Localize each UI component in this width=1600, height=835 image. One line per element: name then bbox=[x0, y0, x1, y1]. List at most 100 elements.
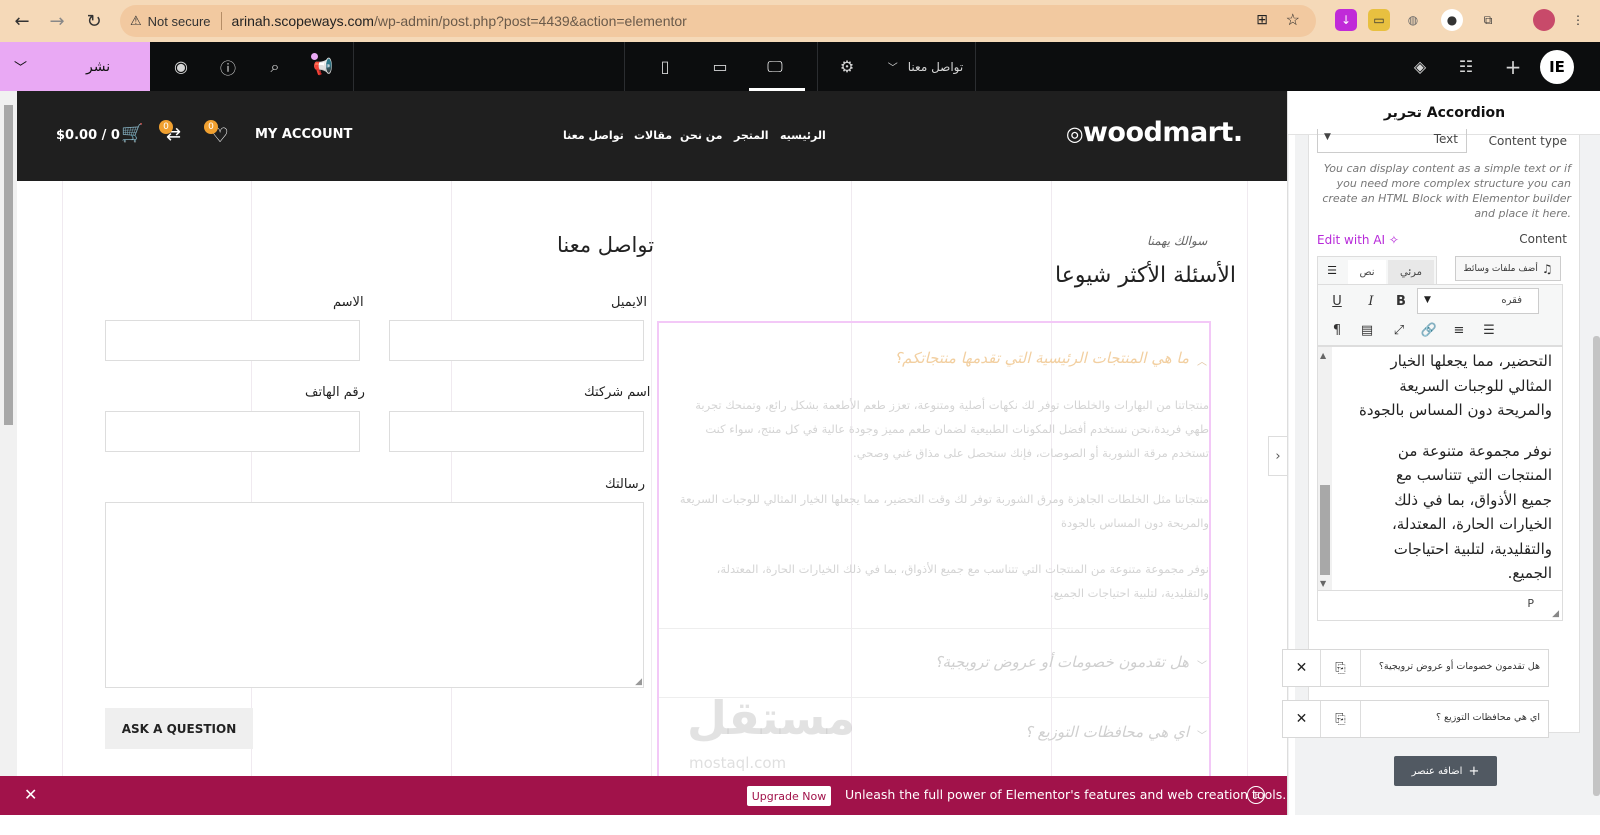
avatar[interactable] bbox=[1533, 9, 1555, 31]
layers-icon[interactable]: ◈ bbox=[1405, 42, 1435, 91]
add-media-button[interactable]: أضف ملفات وسائط ♫ bbox=[1455, 256, 1561, 281]
watermark-url: mostaql.com bbox=[689, 754, 787, 772]
notifications-icon[interactable]: 📢 bbox=[308, 42, 338, 91]
accordion-item-1-paragraph: منتجاتنا من البهارات والخلطات توفر لك نك… bbox=[695, 398, 1209, 460]
content-type-label: Content type bbox=[1488, 134, 1567, 148]
content-label: Content bbox=[1519, 232, 1567, 246]
download-extension-icon[interactable]: ↓ bbox=[1335, 9, 1357, 31]
mobile-view-icon[interactable]: ▯ bbox=[650, 42, 680, 91]
editor-line: التحضير، مما يجعلها الخيار bbox=[1390, 352, 1552, 370]
my-account-link[interactable]: MY ACCOUNT bbox=[255, 127, 352, 142]
nav-about[interactable]: من نحن bbox=[680, 129, 723, 142]
content-editor[interactable]: ▲ ▼ التحضير، مما يجعلها الخيار المثالي لل… bbox=[1317, 346, 1563, 591]
menu-icon[interactable]: ⋮ bbox=[1567, 9, 1589, 31]
chevron-down-icon[interactable]: ﹀ bbox=[1197, 727, 1207, 742]
elementor-logo-icon[interactable]: IE bbox=[1540, 50, 1574, 84]
phone-field[interactable] bbox=[105, 411, 360, 452]
edit-with-ai-link[interactable]: Edit with AI ✧ bbox=[1317, 233, 1399, 247]
accordion-item-1-title[interactable]: ما هي المنتجات الرئيسية التي تقدمها منتج… bbox=[894, 349, 1189, 367]
sparkle-icon: ✧ bbox=[1388, 233, 1399, 247]
format-select[interactable]: ▼ فقره bbox=[1417, 288, 1539, 314]
preview-icon[interactable]: ◉ bbox=[166, 42, 196, 91]
media-icon: ♫ bbox=[1541, 261, 1553, 276]
bulleted-list-icon[interactable]: ☰ bbox=[1478, 319, 1500, 341]
database-icon[interactable]: ☰ bbox=[1318, 257, 1346, 284]
email-field[interactable] bbox=[389, 320, 644, 361]
add-element-icon[interactable]: + bbox=[1498, 42, 1528, 91]
not-secure-indicator[interactable]: ⚠ Not secure bbox=[130, 13, 211, 29]
panel-toggle-chevron-icon[interactable]: › bbox=[1268, 436, 1287, 476]
settings-icon[interactable]: ⚙ bbox=[832, 42, 862, 91]
upgrade-now-button[interactable]: Upgrade Now bbox=[747, 786, 831, 806]
paragraph-rtl-icon[interactable]: ¶ bbox=[1326, 319, 1348, 341]
search-icon[interactable]: ⌕ bbox=[260, 42, 290, 91]
resize-handle-icon[interactable]: ◢ bbox=[635, 677, 642, 687]
repeater-item-title[interactable]: اي هي محافظات التوزيع ؟ bbox=[1436, 712, 1540, 723]
cart-icon[interactable]: 🛒 bbox=[121, 123, 143, 144]
chevron-down-icon[interactable]: ﹀ bbox=[14, 57, 27, 76]
back-icon[interactable]: ← bbox=[5, 4, 39, 38]
globe-icon[interactable]: ◍ bbox=[1402, 9, 1424, 31]
ordered-list-icon[interactable]: ≡ bbox=[1448, 319, 1470, 341]
toolbar-toggle-icon[interactable]: ▤ bbox=[1356, 319, 1378, 341]
chevron-down-icon[interactable]: ﹀ bbox=[1197, 657, 1207, 672]
tablet-view-icon[interactable]: ▭ bbox=[705, 42, 735, 91]
cart-total[interactable]: $0.00 / 0 bbox=[56, 128, 120, 143]
close-icon[interactable]: ✕ bbox=[24, 785, 37, 804]
underline-icon[interactable]: U bbox=[1326, 290, 1348, 312]
address-bar[interactable]: ⚠ Not secure arinah.scopeways.com/wp-admi… bbox=[120, 5, 1316, 37]
translate-icon[interactable]: ⊞ bbox=[1256, 11, 1268, 28]
accordion-item-2-title[interactable]: هل تقدمون خصومات أو عروض ترويجية؟ bbox=[935, 653, 1189, 671]
company-label: اسم شركتك bbox=[584, 385, 651, 400]
nav-articles[interactable]: مقالات bbox=[634, 129, 672, 142]
site-settings-icon[interactable]: ☷ bbox=[1451, 42, 1481, 91]
banner-text: Unleash the full power of Elementor's fe… bbox=[845, 787, 1287, 802]
elementor-topbar: ﹀ نشر ◉ ⓘ ⌕ 📢 ▯ ▭ 🖵 ⚙ ﹀ تواصل معنا ◈ ☷ +… bbox=[0, 42, 1600, 91]
tab-visual[interactable]: مرئي bbox=[1388, 260, 1434, 284]
reload-icon[interactable]: ↻ bbox=[77, 4, 111, 38]
chevron-up-icon[interactable]: ︿ bbox=[1197, 353, 1207, 368]
nav-home[interactable]: الرئيسيه bbox=[780, 129, 826, 142]
site-header: ◎woodmart. الرئيسيه المتجر من نحن مقالات… bbox=[17, 91, 1287, 181]
forward-icon[interactable]: → bbox=[40, 4, 74, 38]
panel-scrollbar[interactable] bbox=[1593, 336, 1600, 796]
warning-icon: ⚠ bbox=[130, 13, 142, 28]
duplicate-item-icon[interactable]: ⎘ bbox=[1321, 650, 1361, 686]
puzzle-icon[interactable]: ⧉ bbox=[1477, 9, 1499, 31]
remove-item-icon[interactable]: ✕ bbox=[1283, 650, 1321, 686]
link-icon[interactable]: 🔗 bbox=[1418, 319, 1440, 341]
tab-text[interactable]: نص bbox=[1348, 260, 1386, 284]
italic-icon[interactable]: I bbox=[1360, 290, 1382, 312]
duplicate-item-icon[interactable]: ⎘ bbox=[1321, 701, 1361, 737]
help-icon[interactable]: ⓘ bbox=[213, 42, 243, 91]
repeater-item-title[interactable]: هل تقدمون خصومات أو عروض ترويجية؟ bbox=[1379, 661, 1540, 672]
url-host: arinah.scopeways.com bbox=[231, 13, 374, 29]
publish-button[interactable]: ﹀ نشر bbox=[0, 42, 150, 91]
company-field[interactable] bbox=[389, 411, 644, 452]
bold-icon[interactable]: B bbox=[1390, 290, 1412, 312]
remove-item-icon[interactable]: ✕ bbox=[1283, 701, 1321, 737]
page-selector[interactable]: ﹀ تواصل معنا bbox=[878, 42, 973, 91]
canvas-scrollbar[interactable] bbox=[0, 91, 17, 776]
accordion-item-3-title[interactable]: اي هي محافظات التوزيع ؟ bbox=[1025, 723, 1189, 741]
name-field[interactable] bbox=[105, 320, 360, 361]
editor-scrollbar[interactable]: ▲ ▼ bbox=[1318, 347, 1332, 590]
fullscreen-icon[interactable]: ⤢ bbox=[1388, 319, 1410, 341]
extension-icon[interactable]: ▭ bbox=[1368, 9, 1390, 31]
resize-handle-icon[interactable]: ◢ bbox=[1552, 609, 1559, 619]
message-textarea[interactable]: ◢ bbox=[105, 502, 644, 688]
desktop-view-icon[interactable]: 🖵 bbox=[760, 42, 790, 91]
content-type-select[interactable]: ▼ Text bbox=[1317, 129, 1467, 153]
nav-shop[interactable]: المتجر bbox=[734, 129, 769, 142]
nav-contact[interactable]: تواصل معنا bbox=[563, 129, 624, 142]
add-item-button[interactable]: اضافه عنصر + bbox=[1394, 756, 1497, 786]
phone-label: رقم الهاتف bbox=[305, 385, 365, 400]
site-logo[interactable]: ◎woodmart. bbox=[1066, 117, 1243, 148]
extension-icon[interactable]: ● bbox=[1441, 9, 1463, 31]
repeater-item-3[interactable]: ✕ ⎘ اي هي محافظات التوزيع ؟ bbox=[1282, 700, 1549, 738]
star-icon[interactable]: ☆ bbox=[1286, 10, 1300, 30]
compare-count-badge: 0 bbox=[159, 120, 173, 134]
ask-question-button[interactable]: ASK A QUESTION bbox=[105, 708, 253, 749]
repeater-item-2[interactable]: ✕ ⎘ هل تقدمون خصومات أو عروض ترويجية؟ bbox=[1282, 649, 1549, 687]
